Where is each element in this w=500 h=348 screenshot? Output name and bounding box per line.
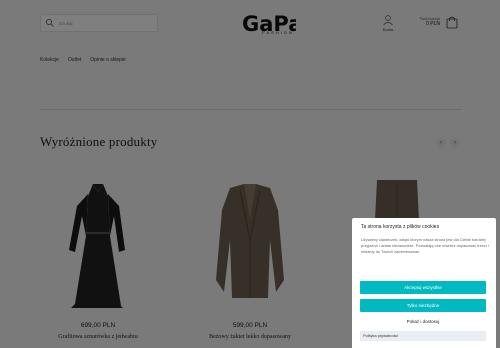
customize-button[interactable]: Pokaż i dostosuj (360, 315, 486, 328)
cookie-consent-dialog: Ta strona korzysta z plików cookies Używ… (352, 218, 496, 348)
cookie-title: Ta strona korzysta z plików cookies (361, 224, 440, 230)
privacy-policy-link[interactable]: Polityka prywatności (360, 331, 486, 341)
accept-all-button[interactable]: Akceptuj wszystkie (360, 281, 486, 294)
only-necessary-button[interactable]: Tylko niezbędne (360, 299, 486, 312)
cookie-description: Używamy ciasteczek, dzięki którym nasza … (361, 237, 489, 255)
